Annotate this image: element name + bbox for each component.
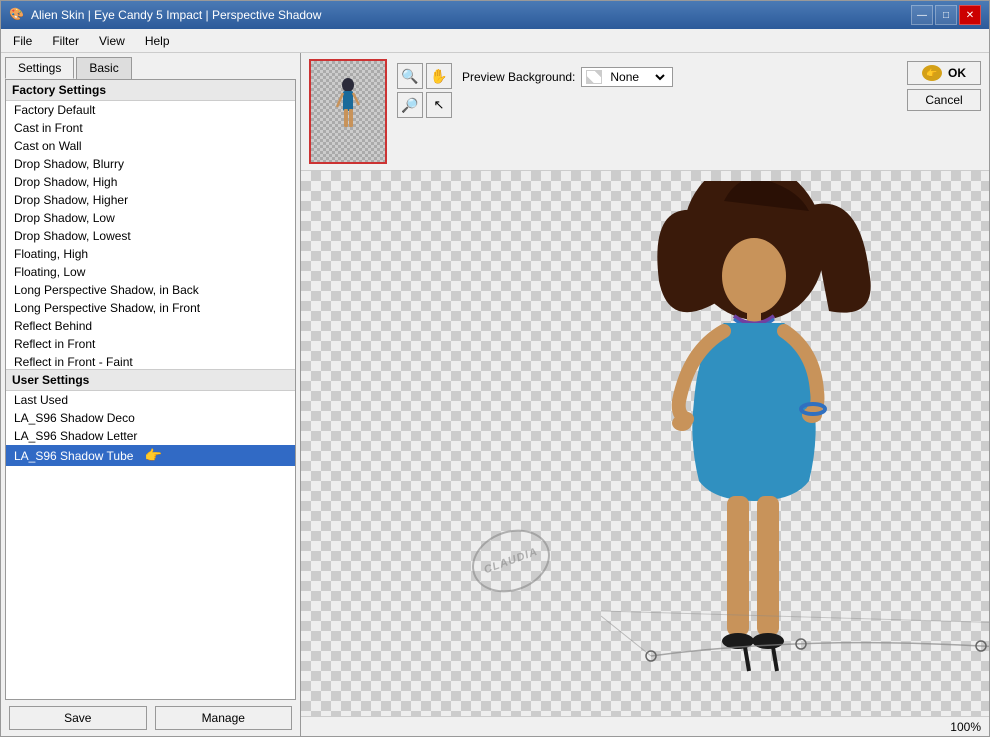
window-controls: — □ ✕ (911, 5, 981, 25)
magnify-tool-button[interactable]: 🔎 (397, 92, 423, 118)
menu-file[interactable]: File (5, 32, 40, 50)
minimize-button[interactable]: — (911, 5, 933, 25)
list-item[interactable]: Drop Shadow, Blurry (6, 155, 295, 173)
preview-bg-label: Preview Background: (462, 70, 575, 84)
list-item[interactable]: Drop Shadow, Lowest (6, 227, 295, 245)
ok-button[interactable]: 👉 OK (907, 61, 981, 85)
main-window: 🎨 Alien Skin | Eye Candy 5 Impact | Pers… (0, 0, 990, 737)
left-panel: Settings Basic Factory Settings Factory … (1, 53, 301, 736)
user-settings-header: User Settings (6, 370, 295, 391)
checker-background: CLAUDIA (301, 171, 989, 716)
tab-basic[interactable]: Basic (76, 57, 131, 79)
list-item[interactable]: Drop Shadow, Low (6, 209, 295, 227)
user-section: User Settings Last Used LA_S96 Shadow De… (6, 370, 295, 466)
manage-button[interactable]: Manage (155, 706, 293, 730)
menu-filter[interactable]: Filter (44, 32, 87, 50)
maximize-button[interactable]: □ (935, 5, 957, 25)
list-item[interactable]: Factory Default (6, 101, 295, 119)
ok-icon: 👉 (922, 65, 942, 81)
tab-settings[interactable]: Settings (5, 57, 74, 79)
list-item[interactable]: Floating, High (6, 245, 295, 263)
top-toolbar: 🔍 ✋ 🔎 ↖ Preview Background: None (301, 53, 989, 171)
thumbnail-area (309, 59, 387, 164)
thumbnail-checker (311, 61, 385, 162)
main-content: Settings Basic Factory Settings Factory … (1, 53, 989, 736)
hand-tool-button[interactable]: ✋ (426, 63, 452, 89)
factory-settings-list[interactable]: Factory Default Cast in Front Cast on Wa… (6, 101, 295, 370)
user-list-item[interactable]: LA_S96 Shadow Letter (6, 427, 295, 445)
list-item[interactable]: Long Perspective Shadow, in Back (6, 281, 295, 299)
save-button[interactable]: Save (9, 706, 147, 730)
close-button[interactable]: ✕ (959, 5, 981, 25)
thumbnail-figure (333, 77, 363, 147)
preview-bg-swatch (586, 70, 602, 84)
title-bar: 🎨 Alien Skin | Eye Candy 5 Impact | Pers… (1, 1, 989, 29)
user-list-item[interactable]: Last Used (6, 391, 295, 409)
tool-icons: 🔍 ✋ 🔎 ↖ (397, 59, 452, 118)
shadow-lines-svg (601, 556, 989, 676)
preview-bg-selector[interactable]: None White Black Custom (581, 67, 673, 87)
factory-settings-header: Factory Settings (6, 80, 295, 101)
ok-cancel-area: 👉 OK Cancel (907, 59, 981, 111)
user-list-item-selected[interactable]: LA_S96 Shadow Tube 👉 (6, 445, 295, 466)
watermark: CLAUDIA (463, 519, 559, 603)
user-list-item[interactable]: LA_S96 Shadow Deco (6, 409, 295, 427)
panel-buttons: Save Manage (1, 700, 300, 736)
list-item[interactable]: Cast on Wall (6, 137, 295, 155)
list-item[interactable]: Floating, Low (6, 263, 295, 281)
preview-area: CLAUDIA (301, 171, 989, 716)
preview-background-control: Preview Background: None White Black Cus… (462, 59, 673, 87)
list-item[interactable]: Long Perspective Shadow, in Front (6, 299, 295, 317)
menu-bar: File Filter View Help (1, 29, 989, 53)
zoom-tool-button[interactable]: 🔍 (397, 63, 423, 89)
zoom-level: 100% (950, 720, 981, 734)
panel-body: Factory Settings Factory Default Cast in… (5, 79, 296, 700)
list-item[interactable]: Cast in Front (6, 119, 295, 137)
preview-bg-select[interactable]: None White Black Custom (606, 69, 668, 85)
status-bar: 100% (301, 716, 989, 736)
menu-view[interactable]: View (91, 32, 133, 50)
list-item[interactable]: Reflect in Front - Faint (6, 353, 295, 370)
cursor-icon: 👉 (145, 447, 162, 464)
arrow-tool-button[interactable]: ↖ (426, 92, 452, 118)
app-icon: 🎨 (9, 7, 25, 23)
cancel-button[interactable]: Cancel (907, 89, 981, 111)
list-item[interactable]: Drop Shadow, Higher (6, 191, 295, 209)
user-settings-list: Last Used LA_S96 Shadow Deco LA_S96 Shad… (6, 391, 295, 466)
list-item[interactable]: Reflect Behind (6, 317, 295, 335)
tab-bar: Settings Basic (1, 53, 300, 79)
window-title: Alien Skin | Eye Candy 5 Impact | Perspe… (31, 8, 321, 22)
menu-help[interactable]: Help (137, 32, 178, 50)
right-area: 🔍 ✋ 🔎 ↖ Preview Background: None (301, 53, 989, 736)
list-item[interactable]: Reflect in Front (6, 335, 295, 353)
factory-section: Factory Settings Factory Default Cast in… (6, 80, 295, 370)
list-item[interactable]: Drop Shadow, High (6, 173, 295, 191)
